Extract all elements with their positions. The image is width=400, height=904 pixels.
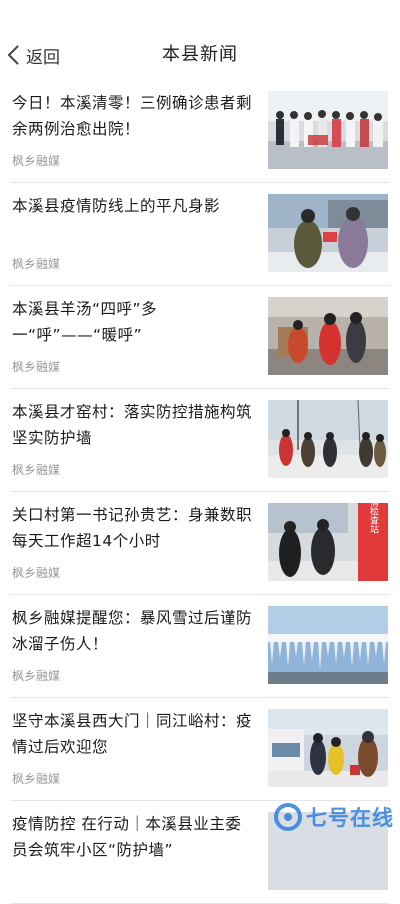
news-item[interactable]: 本溪县羊汤“四呼”多一“呼”——“暖呼” 枫乡融媒 [10, 286, 390, 389]
news-title: 枫乡融媒提醒您：暴风雪过后谨防冰溜子伤人！ [12, 609, 253, 653]
news-source: 枫乡融媒 [12, 669, 61, 683]
news-title: 本溪县才窑村：落实防控措施构筑坚实防护墙 [12, 403, 253, 447]
news-title: 今日！本溪清零！三例确诊患者剩余两例治愈出院！ [12, 94, 253, 138]
news-title: 坚守本溪县西大门｜同江峪村：疫情过后欢迎您 [12, 712, 253, 756]
news-thumbnail [268, 606, 388, 684]
news-title: 本溪县羊汤“四呼”多一“呼”——“暖呼” [12, 300, 158, 344]
news-thumbnail [268, 400, 388, 478]
watermark-text: 七号在线 [306, 806, 394, 830]
news-source: 枫乡融媒 [12, 257, 61, 271]
news-source: 枫乡融媒 [12, 154, 61, 168]
watermark-logo-icon [274, 803, 302, 831]
news-item[interactable]: 关口村第一书记孙贵艺：身兼数职 每天工作超14个小时 枫乡融媒 疫情检查站 [10, 492, 390, 595]
news-item[interactable]: 坚守本溪县西大门｜同江峪村：疫情过后欢迎您 枫乡融媒 [10, 698, 390, 801]
news-thumbnail [268, 194, 388, 272]
news-title: 疫情防控 在行动｜本溪县业主委员会筑牢小区“防护墙” [12, 815, 242, 859]
news-title: 本溪县疫情防线上的平凡身影 [12, 197, 221, 215]
news-item[interactable]: 今日！本溪清零！三例确诊患者剩余两例治愈出院！ 枫乡融媒 [10, 80, 390, 183]
news-thumbnail: 疫情检查站 [268, 503, 388, 581]
news-item[interactable]: 枫乡融媒提醒您：暴风雪过后谨防冰溜子伤人！ 枫乡融媒 [10, 595, 390, 698]
news-source: 枫乡融媒 [12, 772, 61, 786]
news-source: 枫乡融媒 [12, 463, 61, 477]
news-source: 枫乡融媒 [12, 360, 61, 374]
news-thumbnail [268, 91, 388, 169]
page-title: 本县新闻 [162, 44, 238, 65]
news-thumbnail [268, 709, 388, 787]
news-thumbnail [268, 297, 388, 375]
checkpoint-sign-text: 疫情检查站 [368, 503, 379, 534]
news-list: 今日！本溪清零！三例确诊患者剩余两例治愈出院！ 枫乡融媒 本溪县疫情防线上的平凡… [0, 80, 400, 904]
watermark: 七号在线 [274, 800, 394, 834]
news-title: 关口村第一书记孙贵艺：身兼数职 每天工作超14个小时 [12, 506, 253, 550]
news-item[interactable]: 本溪县才窑村：落实防控措施构筑坚实防护墙 枫乡融媒 [10, 389, 390, 492]
news-item[interactable]: 本溪县疫情防线上的平凡身影 枫乡融媒 [10, 183, 390, 286]
news-source: 枫乡融媒 [12, 566, 61, 580]
